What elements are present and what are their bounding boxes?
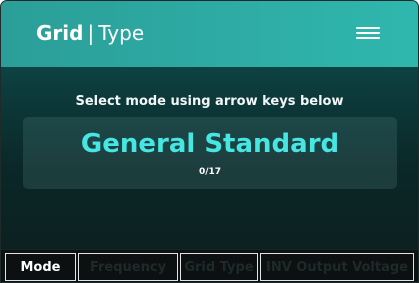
mode-selector-panel: General Standard 0/17 (23, 117, 397, 189)
mode-index-counter: 0/17 (198, 167, 222, 177)
tab-frequency[interactable]: Frequency (78, 253, 178, 281)
section-label: Type (98, 21, 145, 45)
tab-bar: Mode Frequency Grid Type INV Output Volt… (1, 249, 418, 282)
menu-line (356, 32, 380, 34)
tab-grid-type[interactable]: Grid Type (180, 253, 258, 281)
instruction-text: Select mode using arrow keys below (75, 94, 344, 109)
menu-line (356, 27, 380, 29)
brand-label: Grid (36, 21, 84, 45)
current-mode-value[interactable]: General Standard (23, 127, 397, 161)
header-bar: Grid | Type (1, 1, 418, 67)
app-window: Grid | Type Select mode using arrow keys b… (0, 0, 419, 283)
hamburger-menu-icon[interactable] (356, 25, 380, 41)
menu-line (356, 37, 380, 39)
title-separator: | (87, 21, 95, 45)
tab-inv-output-voltage[interactable]: INV Output Voltage (260, 253, 414, 281)
page-title: Grid | Type (36, 21, 144, 45)
tab-mode[interactable]: Mode (5, 253, 76, 281)
